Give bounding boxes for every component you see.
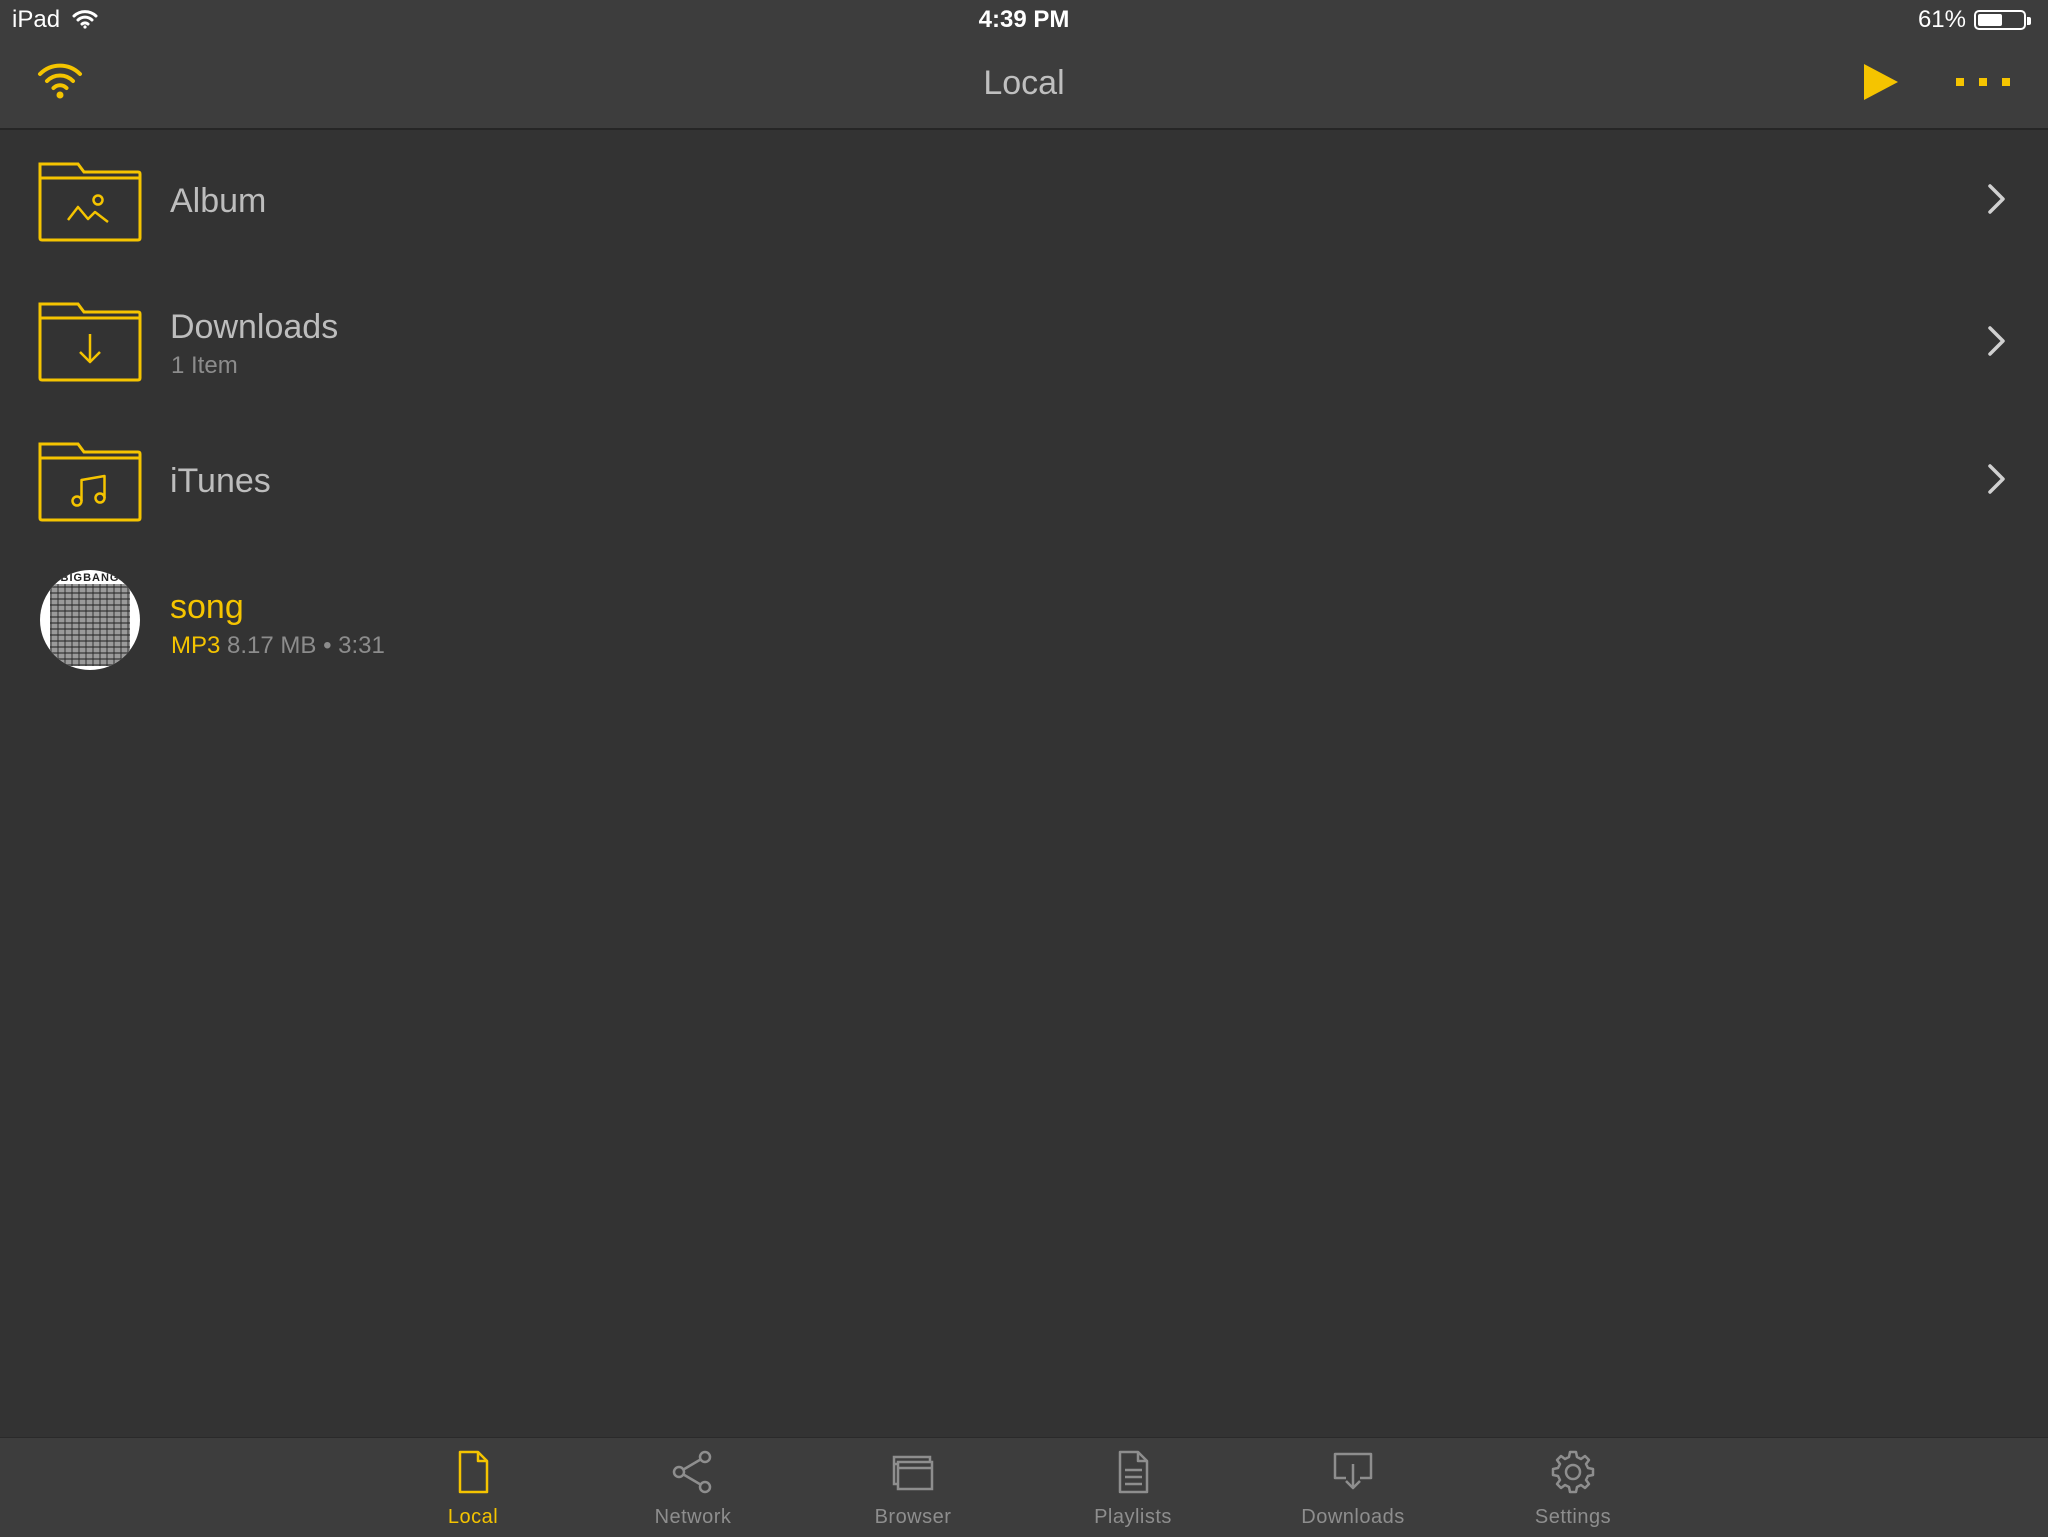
battery-percentage: 61%	[1917, 6, 1966, 33]
folder-download-icon	[38, 302, 142, 382]
tab-settings[interactable]: Settings	[1493, 1438, 1653, 1537]
artwork-image	[50, 584, 130, 666]
artwork-title: BIGBANG	[60, 572, 120, 584]
tab-label: Downloads	[1301, 1506, 1405, 1528]
list-item-downloads[interactable]: Downloads 1 Item	[0, 266, 2048, 402]
tab-browser[interactable]: Browser	[833, 1438, 993, 1537]
browser-window-icon	[892, 1455, 934, 1491]
status-time: 4:39 PM	[978, 6, 1070, 33]
song-meta: MP3 8.17 MB • 3:31	[171, 632, 385, 660]
tab-label: Local	[447, 1506, 499, 1528]
song-format: MP3	[171, 632, 221, 659]
tab-network[interactable]: Network	[613, 1438, 773, 1537]
page-title: Local	[983, 64, 1065, 102]
tab-label: Browser	[874, 1506, 952, 1528]
folder-name: Downloads	[170, 308, 339, 346]
tab-downloads[interactable]: Downloads	[1273, 1438, 1433, 1537]
list-item-itunes[interactable]: iTunes	[0, 410, 2048, 546]
battery-fill	[1978, 14, 2002, 26]
chevron-right-icon	[1988, 464, 2005, 494]
document-icon	[458, 1450, 489, 1494]
folder-item-count: 1 Item	[171, 352, 238, 379]
tab-local[interactable]: Local	[393, 1438, 553, 1537]
tab-label: Playlists	[1094, 1506, 1172, 1528]
folder-image-icon	[38, 162, 142, 242]
tab-label: Network	[654, 1506, 732, 1528]
chevron-right-icon	[1988, 326, 2005, 356]
folder-name: Album	[170, 182, 267, 220]
tab-bar: Local Network Browser Playlists Download…	[0, 1437, 2048, 1537]
folder-music-icon	[38, 442, 142, 522]
share-icon	[672, 1450, 712, 1494]
tab-label: Settings	[1534, 1506, 1612, 1528]
battery-icon	[1974, 10, 2031, 30]
gear-icon	[1551, 1450, 1595, 1494]
tab-playlists[interactable]: Playlists	[1053, 1438, 1213, 1537]
playlist-icon	[1118, 1450, 1149, 1494]
more-icon[interactable]	[1952, 72, 2014, 92]
song-title: song	[170, 588, 244, 626]
navigation-bar: Local	[0, 40, 2048, 130]
song-details: 8.17 MB • 3:31	[227, 632, 385, 659]
play-icon[interactable]	[1856, 60, 1902, 104]
album-artwork: BIGBANG	[40, 570, 140, 670]
download-tray-icon	[1333, 1452, 1373, 1490]
folder-name: iTunes	[170, 462, 271, 500]
status-bar: iPad 4:39 PM 61%	[0, 0, 2048, 40]
list-item-album[interactable]: Album	[0, 130, 2048, 266]
list-item-song[interactable]: BIGBANG song MP3 8.17 MB • 3:31	[0, 546, 2048, 682]
chevron-right-icon	[1988, 184, 2005, 214]
